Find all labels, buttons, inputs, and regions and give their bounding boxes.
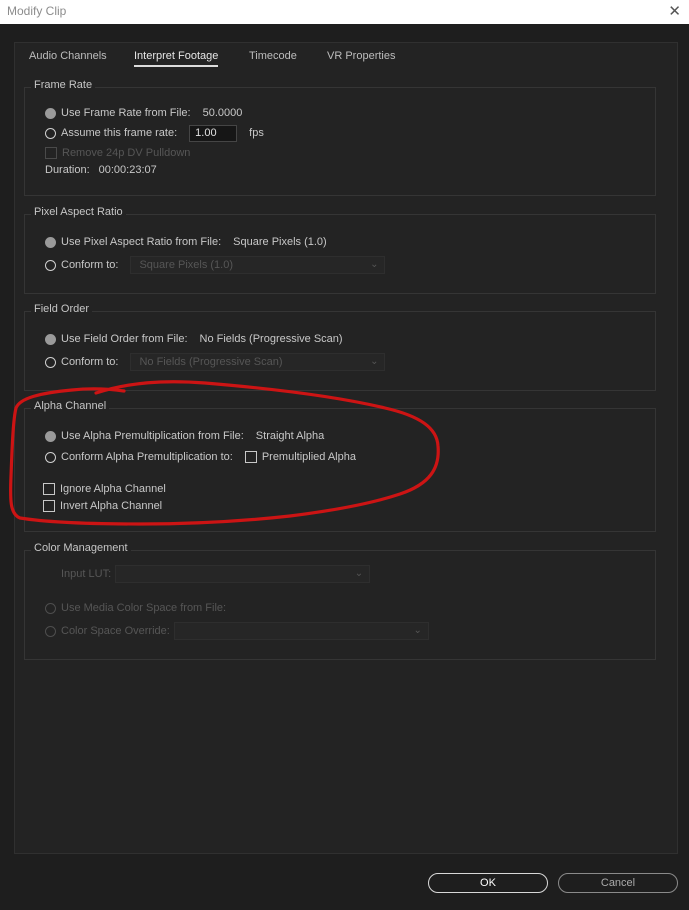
input-lut-dropdown: ⌄ xyxy=(115,565,371,583)
color-management-group: Color Management Input LUT: ⌄ Use Media … xyxy=(24,542,656,660)
remove-pulldown-label: Remove 24p DV Pulldown xyxy=(62,147,191,159)
assume-frame-rate-input[interactable]: 1.00 xyxy=(189,124,238,142)
alpha-conform-label: Conform Alpha Premultiplication to: xyxy=(61,451,233,463)
field-order-from-file-option[interactable]: Use Field Order from File: No Fields (Pr… xyxy=(45,331,343,347)
input-lut-label: Input LUT: xyxy=(61,568,112,580)
tab-bar: Audio Channels Interpret Footage Timecod… xyxy=(15,43,677,73)
alpha-conform-radio[interactable] xyxy=(45,451,56,463)
alpha-channel-group: Alpha Channel Use Alpha Premultiplicatio… xyxy=(24,400,656,532)
pixel-aspect-conform-option[interactable]: Conform to: Square Pixels (1.0) ⌄ xyxy=(45,256,386,274)
frame-rate-from-file-label: Use Frame Rate from File: xyxy=(61,107,191,119)
tab-vr-properties[interactable]: VR Properties xyxy=(327,50,395,62)
invert-alpha-checkbox[interactable] xyxy=(43,500,55,512)
assume-frame-rate-label: Assume this frame rate: xyxy=(61,127,178,139)
field-order-conform-label: Conform to: xyxy=(61,356,119,368)
premultiplied-alpha-checkbox[interactable] xyxy=(244,451,257,463)
pixel-aspect-conform-dropdown: Square Pixels (1.0) ⌄ xyxy=(130,256,386,274)
frame-rate-from-file-option[interactable]: Use Frame Rate from File: 50.0000 xyxy=(45,105,242,121)
frame-rate-group: Frame Rate Use Frame Rate from File: 50.… xyxy=(24,79,656,196)
pixel-aspect-from-file-radio[interactable] xyxy=(45,236,56,248)
frame-rate-from-file-value: 50.0000 xyxy=(202,107,243,119)
assume-frame-rate-option[interactable]: Assume this frame rate: 1.00 fps xyxy=(45,124,264,142)
tab-timecode[interactable]: Timecode xyxy=(249,50,297,62)
field-order-from-file-label: Use Field Order from File: xyxy=(61,333,188,345)
use-media-color-space-label: Use Media Color Space from File: xyxy=(61,602,227,614)
chevron-down-icon: ⌄ xyxy=(370,259,379,270)
color-space-override-dropdown: ⌄ xyxy=(173,622,429,640)
alpha-from-file-radio[interactable] xyxy=(45,430,56,442)
field-order-conform-value: No Fields (Progressive Scan) xyxy=(139,356,283,368)
ignore-alpha-checkbox[interactable] xyxy=(43,483,55,495)
remove-pulldown-option: Remove 24p DV Pulldown xyxy=(45,145,190,161)
tab-interpret-footage[interactable]: Interpret Footage xyxy=(134,50,219,67)
pixel-aspect-conform-label: Conform to: xyxy=(61,259,119,271)
close-icon[interactable]: ✕ xyxy=(668,2,681,20)
field-order-conform-dropdown: No Fields (Progressive Scan) ⌄ xyxy=(130,353,386,371)
pixel-aspect-group: Pixel Aspect Ratio Use Pixel Aspect Rati… xyxy=(24,206,656,294)
chevron-down-icon: ⌄ xyxy=(413,625,422,636)
alpha-channel-title: Alpha Channel xyxy=(31,400,110,412)
field-order-group: Field Order Use Field Order from File: N… xyxy=(24,303,656,391)
duration-value: 00:00:23:07 xyxy=(98,164,157,176)
color-space-override-radio xyxy=(45,625,56,637)
alpha-from-file-label: Use Alpha Premultiplication from File: xyxy=(61,430,244,442)
ignore-alpha-label: Ignore Alpha Channel xyxy=(60,483,166,495)
pixel-aspect-from-file-label: Use Pixel Aspect Ratio from File: xyxy=(61,236,222,248)
chevron-down-icon: ⌄ xyxy=(354,568,364,579)
frame-rate-title: Frame Rate xyxy=(31,79,96,91)
assume-frame-rate-radio[interactable] xyxy=(45,127,56,139)
color-management-title: Color Management xyxy=(31,542,131,554)
use-media-color-space-radio xyxy=(45,602,56,614)
field-order-conform-option[interactable]: Conform to: No Fields (Progressive Scan)… xyxy=(45,353,386,371)
fps-unit: fps xyxy=(249,127,264,139)
alpha-from-file-option[interactable]: Use Alpha Premultiplication from File: S… xyxy=(45,428,324,444)
use-media-color-space-option: Use Media Color Space from File: xyxy=(45,600,226,616)
chevron-down-icon: ⌄ xyxy=(370,356,379,367)
input-lut-row: Input LUT: ⌄ xyxy=(61,565,371,583)
window-titlebar: Modify Clip ✕ xyxy=(0,0,689,24)
pixel-aspect-from-file-value: Square Pixels (1.0) xyxy=(233,236,327,248)
pixel-aspect-title: Pixel Aspect Ratio xyxy=(31,206,126,218)
duration-row: Duration: 00:00:23:07 xyxy=(45,162,157,178)
color-space-override-label: Color Space Override: xyxy=(61,625,170,637)
pixel-aspect-conform-radio[interactable] xyxy=(45,259,56,271)
alpha-conform-option[interactable]: Conform Alpha Premultiplication to: Prem… xyxy=(45,449,356,465)
invert-alpha-option[interactable]: Invert Alpha Channel xyxy=(43,498,162,514)
color-space-override-option: Color Space Override: ⌄ xyxy=(45,622,429,640)
alpha-from-file-value: Straight Alpha xyxy=(255,430,325,442)
cancel-button[interactable]: Cancel xyxy=(558,873,678,893)
field-order-from-file-value: No Fields (Progressive Scan) xyxy=(199,333,343,345)
pixel-aspect-conform-value: Square Pixels (1.0) xyxy=(139,259,234,271)
field-order-conform-radio[interactable] xyxy=(45,356,56,368)
invert-alpha-label: Invert Alpha Channel xyxy=(60,500,163,512)
ignore-alpha-option[interactable]: Ignore Alpha Channel xyxy=(43,481,166,497)
duration-label: Duration: xyxy=(45,164,90,176)
pixel-aspect-from-file-option[interactable]: Use Pixel Aspect Ratio from File: Square… xyxy=(45,234,327,250)
frame-rate-from-file-radio[interactable] xyxy=(45,107,56,119)
premultiplied-alpha-label: Premultiplied Alpha xyxy=(261,451,356,463)
field-order-title: Field Order xyxy=(31,303,93,315)
remove-pulldown-checkbox xyxy=(45,147,57,159)
field-order-from-file-radio[interactable] xyxy=(45,333,56,345)
ok-button[interactable]: OK xyxy=(428,873,548,893)
tab-audio-channels[interactable]: Audio Channels xyxy=(29,50,107,62)
window-title: Modify Clip xyxy=(7,4,67,18)
